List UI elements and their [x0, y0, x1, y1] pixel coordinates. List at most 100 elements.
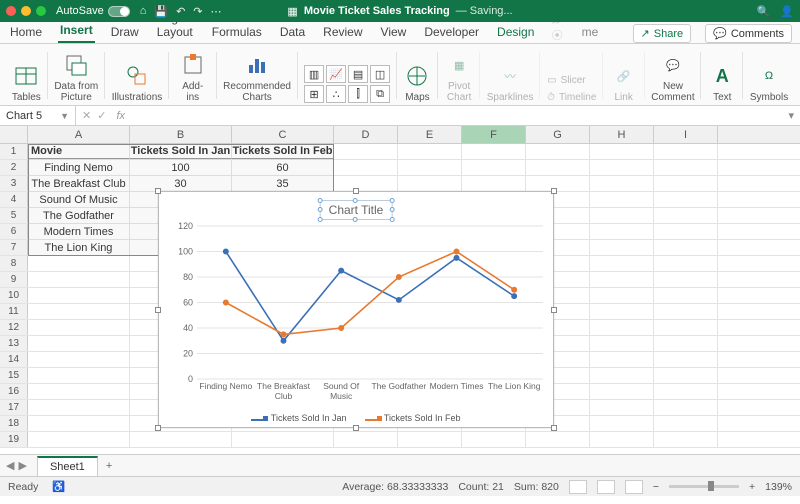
resize-handle[interactable] [155, 425, 161, 431]
zoom-out[interactable]: − [653, 481, 659, 493]
row-head[interactable]: 19 [0, 432, 28, 447]
chart-title[interactable]: Chart Title [320, 200, 393, 220]
col-head-C[interactable]: C [232, 126, 334, 143]
cell[interactable] [590, 304, 654, 319]
cell[interactable] [398, 432, 462, 447]
view-page-layout[interactable] [597, 480, 615, 494]
cell[interactable] [526, 176, 590, 191]
cell[interactable] [28, 368, 130, 383]
row-head[interactable]: 18 [0, 416, 28, 431]
row-head[interactable]: 15 [0, 368, 28, 383]
group-tables[interactable]: Tables [6, 46, 47, 105]
col-head-D[interactable]: D [334, 126, 398, 143]
cell[interactable]: 35 [232, 176, 334, 191]
cell[interactable] [398, 144, 462, 159]
cell[interactable]: 100 [130, 160, 232, 175]
group-symbols[interactable]: Ω Symbols [744, 46, 794, 105]
cell[interactable] [28, 400, 130, 415]
view-page-break[interactable] [625, 480, 643, 494]
cell[interactable] [28, 256, 130, 271]
cell[interactable] [590, 416, 654, 431]
accessibility-icon[interactable]: ♿ [52, 480, 65, 493]
cell[interactable] [590, 352, 654, 367]
group-data-from-picture[interactable]: Data from Picture [49, 46, 104, 105]
home-icon[interactable]: ⌂ [140, 5, 147, 18]
row-head[interactable]: 2 [0, 160, 28, 175]
cell[interactable] [462, 144, 526, 159]
minimize-window[interactable] [21, 6, 31, 16]
cell[interactable]: Sound Of Music [28, 192, 130, 207]
row-head[interactable]: 16 [0, 384, 28, 399]
cell[interactable] [462, 432, 526, 447]
chart-hier-icon[interactable]: ◫ [370, 65, 390, 83]
cell[interactable]: Movie [28, 144, 130, 159]
chart-bar-icon[interactable]: ▥ [304, 65, 324, 83]
cell[interactable] [590, 384, 654, 399]
cell[interactable] [462, 160, 526, 175]
cell[interactable] [232, 432, 334, 447]
resize-handle[interactable] [551, 307, 557, 313]
chart-scatter-icon[interactable]: ∴ [326, 85, 346, 103]
row-head[interactable]: 1 [0, 144, 28, 159]
cell[interactable] [334, 160, 398, 175]
qat-overflow-icon[interactable]: ⋯ [211, 5, 222, 18]
resize-handle[interactable] [551, 425, 557, 431]
group-recommended-charts[interactable]: Recommended Charts [218, 46, 297, 105]
group-maps[interactable]: Maps [398, 46, 438, 105]
chart-object[interactable]: Chart Title 020406080100120 Finding Nemo… [158, 191, 554, 428]
undo-icon[interactable]: ↶ [176, 5, 185, 18]
tab-draw[interactable]: Draw [109, 22, 141, 43]
cell[interactable]: The Godfather [28, 208, 130, 223]
sheet-tab[interactable]: Sheet1 [37, 456, 98, 476]
cell[interactable] [654, 160, 718, 175]
cell[interactable] [590, 208, 654, 223]
cell[interactable] [526, 144, 590, 159]
cell[interactable]: Tickets Sold In Feb [232, 144, 334, 159]
name-box[interactable]: Chart 5▼ [0, 106, 76, 125]
chart-stat-icon[interactable]: ⊞ [304, 85, 324, 103]
row-head[interactable]: 6 [0, 224, 28, 239]
worksheet[interactable]: ABCDEFGHI 1MovieTickets Sold In JanTicke… [0, 126, 800, 454]
resize-handle[interactable] [155, 188, 161, 194]
group-new-comment[interactable]: 💬 New Comment [646, 46, 701, 105]
cell[interactable] [28, 416, 130, 431]
autosave-toggle[interactable]: AutoSave [56, 5, 130, 17]
row-head[interactable]: 8 [0, 256, 28, 271]
row-head[interactable]: 9 [0, 272, 28, 287]
cell[interactable] [398, 176, 462, 191]
cell[interactable] [590, 288, 654, 303]
cell[interactable]: The Breakfast Club [28, 176, 130, 191]
cell[interactable] [590, 192, 654, 207]
autosave-switch[interactable] [108, 6, 130, 17]
cell[interactable] [654, 176, 718, 191]
row-head[interactable]: 7 [0, 240, 28, 255]
tab-review[interactable]: Review [321, 22, 364, 43]
cell[interactable] [654, 288, 718, 303]
cell[interactable] [130, 432, 232, 447]
cell[interactable] [334, 144, 398, 159]
tab-developer[interactable]: Developer [422, 22, 481, 43]
cell[interactable] [590, 176, 654, 191]
cancel-fx-icon[interactable]: ✕ [82, 109, 91, 122]
tab-formulas[interactable]: Formulas [210, 22, 264, 43]
chart-legend[interactable]: Tickets Sold In Jan Tickets Sold In Feb [159, 413, 553, 423]
cell[interactable] [590, 336, 654, 351]
cell[interactable] [654, 224, 718, 239]
cell[interactable] [28, 336, 130, 351]
comments-button[interactable]: 💬Comments [705, 24, 792, 43]
cell[interactable] [334, 432, 398, 447]
row-head[interactable]: 13 [0, 336, 28, 351]
view-normal[interactable] [569, 480, 587, 494]
row-head[interactable]: 4 [0, 192, 28, 207]
cell[interactable] [590, 144, 654, 159]
col-head-G[interactable]: G [526, 126, 590, 143]
cell[interactable] [28, 432, 130, 447]
cell[interactable] [654, 304, 718, 319]
cell[interactable] [654, 384, 718, 399]
chart-plot-area[interactable]: 020406080100120 [197, 226, 543, 379]
chart-waterfall-icon[interactable]: ⫿ [348, 85, 368, 103]
zoom-slider[interactable] [669, 485, 739, 488]
share-button[interactable]: ↗Share [633, 24, 692, 43]
cell[interactable] [590, 240, 654, 255]
formula-expand-icon[interactable]: ▾ [782, 109, 800, 122]
